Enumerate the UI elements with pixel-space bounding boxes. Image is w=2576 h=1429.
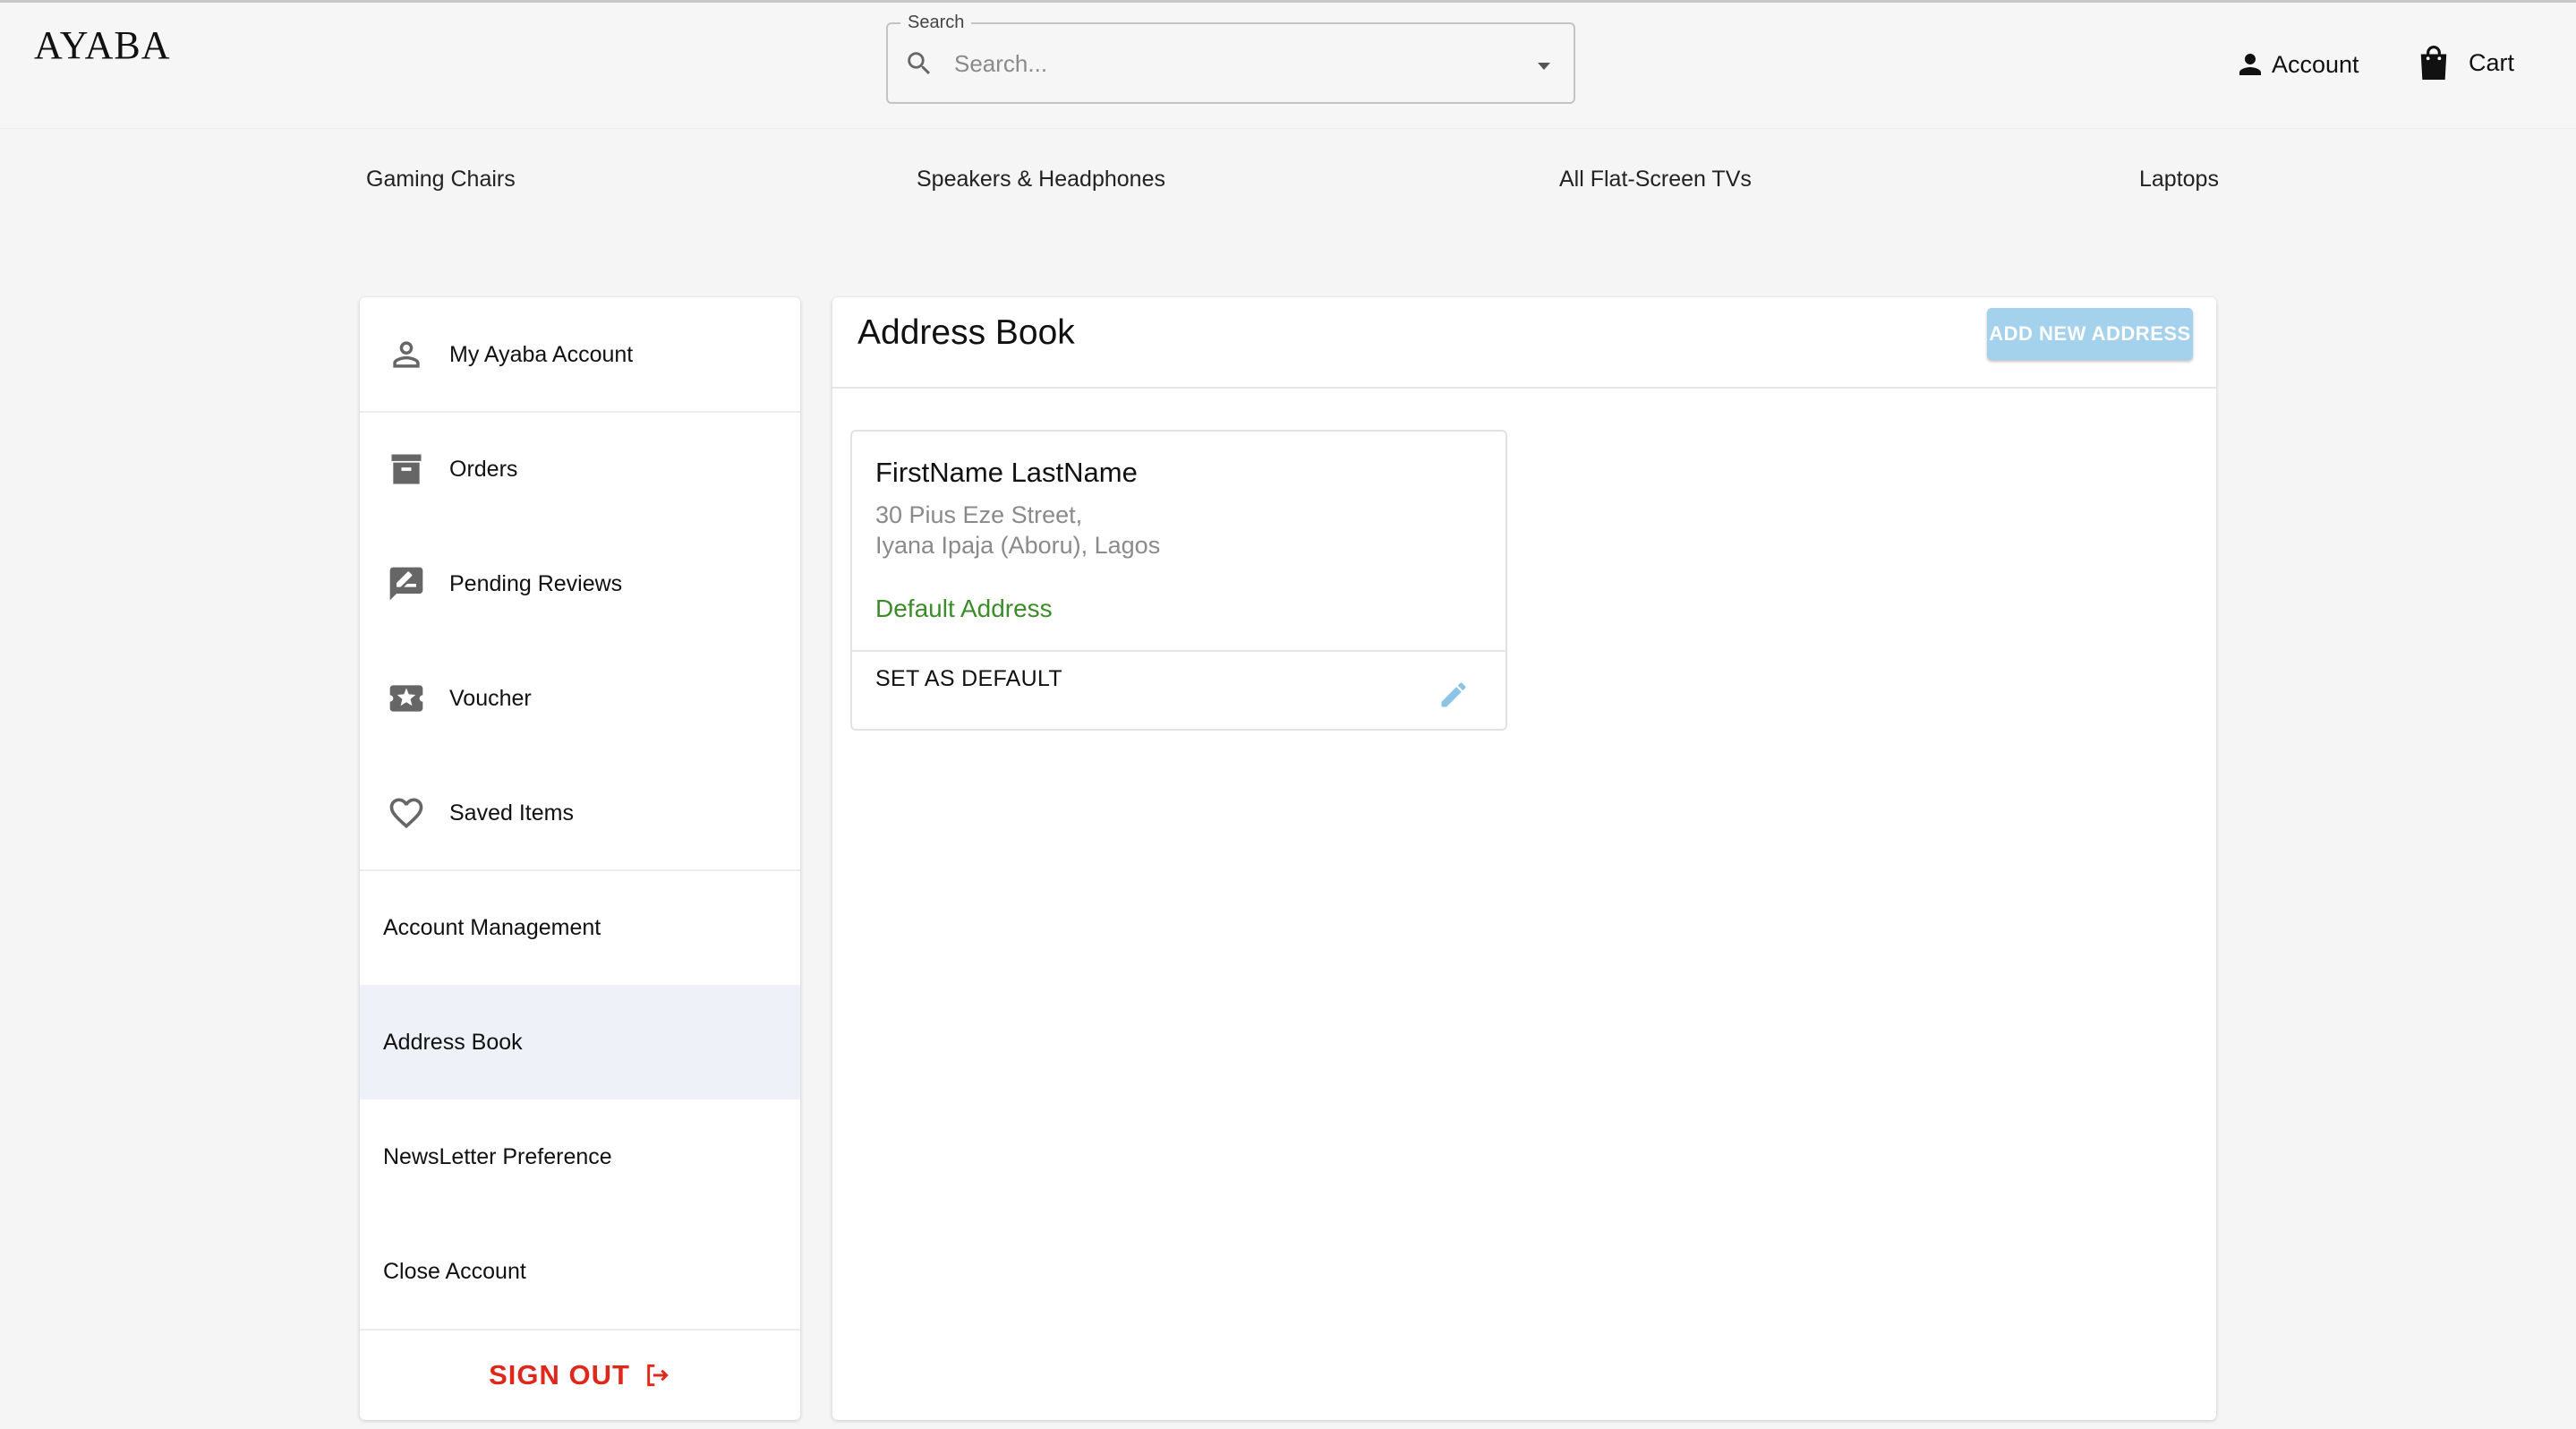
sidebar-item-label: Account Management — [383, 914, 601, 940]
address-line-2: Iyana Ipaja (Aboru), Lagos — [875, 532, 1161, 559]
search-icon — [908, 52, 931, 75]
account-sidebar: My Ayaba Account Orders Pending Reviews … — [360, 297, 800, 1420]
cart-label: Cart — [2469, 48, 2515, 76]
address-card: FirstName LastName 30 Pius Eze Street, I… — [850, 430, 1507, 731]
shopping-bag-icon — [2420, 46, 2447, 80]
page-title: Address Book — [857, 313, 1075, 352]
logo[interactable]: AYABA — [34, 22, 171, 68]
sidebar-item-label: Address Book — [383, 1029, 523, 1055]
sidebar-item-label: Orders — [449, 456, 518, 482]
sidebar-item-newsletter-preference[interactable]: NewsLetter Preference — [360, 1100, 800, 1214]
logout-icon — [647, 1364, 669, 1387]
edit-pencil-icon[interactable] — [1437, 679, 1470, 711]
set-as-default-button[interactable]: SET AS DEFAULT — [875, 666, 1062, 692]
sidebar-item-saved-items[interactable]: Saved Items — [360, 756, 800, 870]
address-name: FirstName LastName — [875, 457, 1138, 488]
search-input[interactable] — [954, 47, 1491, 81]
sidebar-item-account-management[interactable]: Account Management — [360, 870, 800, 985]
sidebar-item-close-account[interactable]: Close Account — [360, 1214, 800, 1329]
sidebar-item-label: Close Account — [383, 1258, 526, 1284]
ticket-star-icon — [385, 677, 428, 720]
category-speakers-headphones[interactable]: Speakers & Headphones — [917, 167, 1165, 193]
account-label: Account — [2272, 50, 2359, 78]
sidebar-item-label: NewsLetter Preference — [383, 1143, 612, 1169]
archive-box-icon — [385, 448, 428, 491]
sidebar-item-label: My Ayaba Account — [449, 341, 634, 367]
category-flat-screen-tvs[interactable]: All Flat-Screen TVs — [1559, 167, 1752, 193]
account-link[interactable]: Account — [2234, 47, 2359, 82]
divider — [832, 387, 2216, 389]
cart-link[interactable]: Cart — [2417, 43, 2514, 82]
sidebar-item-label: Pending Reviews — [449, 570, 623, 596]
add-new-address-button[interactable]: ADD NEW ADDRESS — [1987, 308, 2193, 360]
sidebar-item-pending-reviews[interactable]: Pending Reviews — [360, 526, 800, 641]
category-laptops[interactable]: Laptops — [2139, 167, 2219, 193]
default-address-label: Default Address — [875, 595, 1053, 622]
dropdown-arrow-icon[interactable] — [1532, 57, 1556, 75]
person-outline-icon — [385, 333, 428, 376]
sidebar-item-label: Saved Items — [449, 800, 574, 826]
address-book-panel: Address Book ADD NEW ADDRESS FirstName L… — [832, 297, 2216, 1420]
person-icon — [2239, 54, 2261, 75]
sidebar-item-label: Voucher — [449, 685, 532, 711]
heart-outline-icon — [385, 792, 428, 834]
sign-out-label: SIGN OUT — [489, 1359, 630, 1390]
search-label: Search — [900, 13, 972, 33]
sidebar-item-my-account[interactable]: My Ayaba Account — [360, 297, 800, 412]
rate-review-icon — [385, 562, 428, 605]
sidebar-item-orders[interactable]: Orders — [360, 412, 800, 526]
sidebar-item-voucher[interactable]: Voucher — [360, 641, 800, 756]
divider — [852, 650, 1506, 652]
sign-out-button[interactable]: SIGN OUT — [360, 1331, 800, 1420]
sidebar-item-address-book[interactable]: Address Book — [360, 985, 800, 1100]
address-line-1: 30 Pius Eze Street, — [875, 501, 1083, 528]
category-gaming-chairs[interactable]: Gaming Chairs — [366, 167, 516, 193]
